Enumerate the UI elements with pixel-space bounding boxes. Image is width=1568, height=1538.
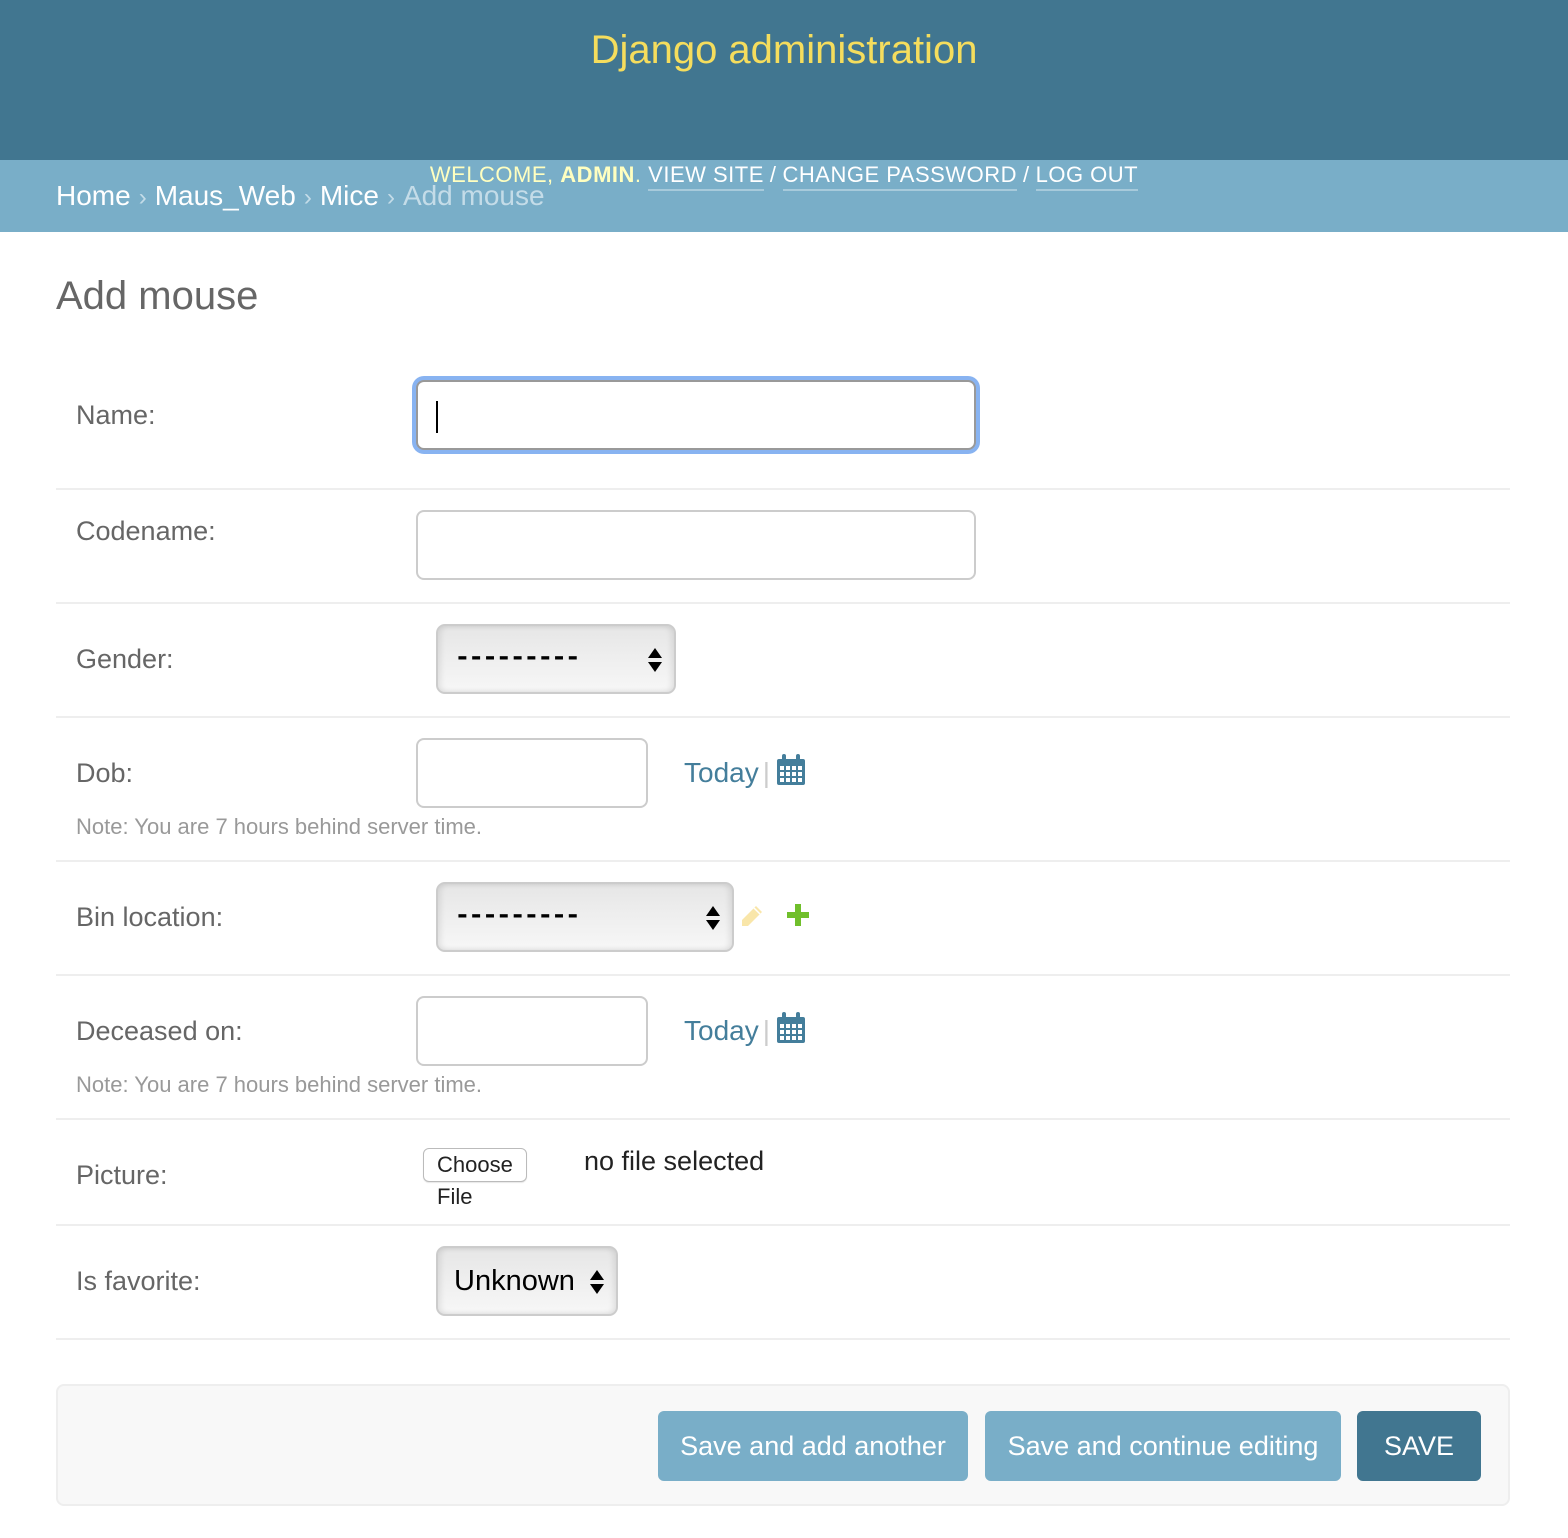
welcome-suffix: . (634, 162, 642, 187)
breadcrumb-app[interactable]: Maus_Web (155, 180, 296, 211)
separator: / (769, 162, 777, 187)
name-input[interactable] (416, 380, 976, 450)
dob-label: Dob: (76, 758, 134, 788)
bin-location-selected-value: --------- (454, 901, 581, 932)
form-row-is-favorite: Is favorite: Unknown (56, 1226, 1510, 1340)
dob-timezone-note: Note: You are 7 hours behind server time… (76, 814, 483, 839)
username: admin (560, 162, 635, 187)
form-row-gender: Gender: --------- (56, 604, 1510, 718)
file-status: no file selected (584, 1146, 765, 1176)
breadcrumb-current: Add mouse (402, 180, 545, 211)
gender-selected-value: --------- (454, 643, 581, 674)
dob-shortcuts: Today | (684, 754, 806, 791)
form-row-codename: Codename: (56, 490, 1510, 604)
gender-label: Gender: (76, 644, 174, 674)
page-title: Add mouse (56, 274, 259, 318)
is-favorite-selected-value: Unknown (454, 1265, 575, 1297)
calendar-icon[interactable] (776, 1012, 806, 1049)
form-row-dob: Dob: Today | Note: You are 7 hours behind… (56, 718, 1510, 862)
header: Django administration Welcome, admin. Vi… (0, 0, 1568, 191)
deceased-on-label: Deceased on: (76, 1016, 243, 1046)
codename-input[interactable] (416, 510, 976, 580)
log-out-link[interactable]: Log out (1035, 162, 1139, 191)
text-caret (436, 401, 438, 433)
breadcrumb-home[interactable]: Home (56, 180, 131, 211)
change-password-link[interactable]: Change password (782, 162, 1017, 191)
form-row-picture: Picture: Choose File no file selected (56, 1120, 1510, 1226)
shortcut-divider: | (762, 757, 770, 788)
submit-row: Save and add another Save and continue e… (56, 1384, 1510, 1506)
shortcut-divider: | (762, 1015, 770, 1046)
deceased-on-shortcuts: Today | (684, 1012, 806, 1049)
breadcrumb-separator: › (386, 184, 395, 211)
separator: / (1022, 162, 1030, 187)
name-label: Name: (76, 400, 156, 430)
deceased-on-today-link[interactable]: Today (684, 1015, 759, 1046)
picture-label: Picture: (76, 1160, 168, 1190)
deceased-on-timezone-note: Note: You are 7 hours behind server time… (76, 1072, 483, 1097)
form-row-name: Name: (56, 374, 1510, 490)
is-favorite-select[interactable]: Unknown (436, 1246, 618, 1316)
edit-related-icon (740, 904, 764, 933)
breadcrumb-model[interactable]: Mice (320, 180, 379, 211)
is-favorite-label: Is favorite: (76, 1266, 201, 1296)
calendar-icon[interactable] (776, 754, 806, 791)
deceased-on-input[interactable] (416, 996, 648, 1066)
dob-today-link[interactable]: Today (684, 757, 759, 788)
breadcrumb-separator: › (138, 184, 147, 211)
site-title: Django administration (590, 28, 978, 72)
select-arrows-icon (706, 904, 720, 932)
bin-location-label: Bin location: (76, 902, 224, 932)
add-related-icon[interactable] (787, 904, 809, 931)
form-row-bin-location: Bin location: --------- (56, 862, 1510, 976)
gender-select[interactable]: --------- (436, 624, 676, 694)
form-row-deceased-on: Deceased on: Today | Note: You are 7 hour… (56, 976, 1510, 1120)
choose-file-button[interactable]: Choose File (423, 1148, 527, 1209)
save-and-continue-editing-button[interactable]: Save and continue editing (985, 1411, 1341, 1481)
dob-input[interactable] (416, 738, 648, 808)
bin-location-select[interactable]: --------- (436, 882, 734, 952)
save-and-add-another-button[interactable]: Save and add another (658, 1411, 968, 1481)
select-arrows-icon (648, 646, 662, 674)
codename-label: Codename: (76, 516, 216, 546)
view-site-link[interactable]: View site (648, 162, 764, 191)
select-arrows-icon (590, 1268, 604, 1296)
breadcrumb-separator: › (303, 184, 312, 211)
content: Add mouse Name: Codename: Gender: ------… (0, 232, 1568, 1340)
save-button[interactable]: Save (1357, 1411, 1481, 1481)
